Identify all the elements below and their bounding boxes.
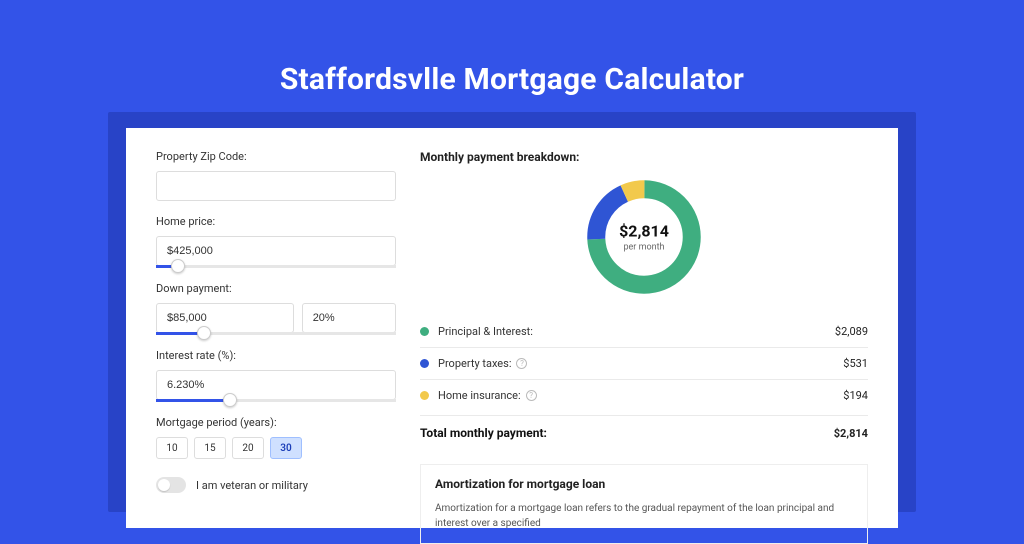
breakdown-label-insurance: Home insurance: ?	[438, 389, 843, 402]
home-price-label: Home price:	[156, 215, 396, 228]
down-payment-field: Down payment:	[156, 282, 396, 335]
down-payment-slider-thumb[interactable]	[197, 326, 211, 340]
breakdown-row-taxes: Property taxes: ? $531	[420, 348, 868, 379]
down-payment-input[interactable]	[156, 303, 294, 333]
interest-slider-fill	[156, 399, 230, 402]
donut-sublabel: per month	[619, 243, 669, 253]
breakdown-label-insurance-text: Home insurance:	[438, 389, 521, 402]
breakdown-total-row: Total monthly payment: $2,814	[420, 415, 868, 450]
interest-slider-thumb[interactable]	[223, 393, 237, 407]
home-price-slider-thumb[interactable]	[171, 259, 185, 273]
donut-amount: $2,814	[619, 222, 669, 241]
breakdown-value-insurance: $194	[843, 389, 868, 402]
home-price-input[interactable]	[156, 236, 396, 266]
breakdown-title: Monthly payment breakdown:	[420, 150, 868, 164]
down-payment-slider[interactable]	[156, 332, 396, 335]
dot-insurance	[420, 391, 429, 400]
period-option-15[interactable]: 15	[194, 437, 226, 459]
page: Staffordsvlle Mortgage Calculator Proper…	[0, 0, 1024, 512]
breakdown-value-principal: $2,089	[835, 325, 868, 338]
amortization-title: Amortization for mortgage loan	[435, 477, 853, 491]
breakdown-row-principal: Principal & Interest: $2,089	[420, 316, 868, 347]
breakdown-label-principal: Principal & Interest:	[438, 325, 835, 338]
zip-input[interactable]	[156, 171, 396, 201]
veteran-toggle[interactable]	[156, 477, 186, 493]
period-option-20[interactable]: 20	[232, 437, 264, 459]
breakdown-label-taxes: Property taxes: ?	[438, 357, 843, 370]
amortization-text: Amortization for a mortgage loan refers …	[435, 501, 853, 531]
donut-center: $2,814 per month	[619, 222, 669, 253]
interest-label: Interest rate (%):	[156, 349, 396, 362]
period-field: Mortgage period (years): 10 15 20 30	[156, 416, 396, 459]
down-payment-pct-input[interactable]	[302, 303, 396, 333]
breakdown-total-label: Total monthly payment:	[420, 426, 834, 440]
breakdown-value-taxes: $531	[843, 357, 868, 370]
interest-slider[interactable]	[156, 399, 396, 402]
breakdown-label-taxes-text: Property taxes:	[438, 357, 511, 370]
down-payment-label: Down payment:	[156, 282, 396, 295]
period-options: 10 15 20 30	[156, 437, 396, 459]
home-price-field: Home price:	[156, 215, 396, 268]
breakdown-total-value: $2,814	[834, 427, 868, 440]
donut-chart: $2,814 per month	[581, 174, 707, 300]
home-price-slider[interactable]	[156, 265, 396, 268]
zip-label: Property Zip Code:	[156, 150, 396, 163]
form-column: Property Zip Code: Home price: Down paym…	[156, 150, 396, 528]
breakdown-column: Monthly payment breakdown: $2,814 per mo…	[420, 150, 868, 528]
veteran-row: I am veteran or military	[156, 477, 396, 493]
interest-input[interactable]	[156, 370, 396, 400]
breakdown-row-insurance: Home insurance: ? $194	[420, 380, 868, 411]
amortization-box: Amortization for mortgage loan Amortizat…	[420, 464, 868, 544]
period-label: Mortgage period (years):	[156, 416, 396, 429]
page-title: Staffordsvlle Mortgage Calculator	[0, 0, 1024, 97]
info-icon[interactable]: ?	[516, 358, 527, 369]
period-option-10[interactable]: 10	[156, 437, 188, 459]
calculator-card: Property Zip Code: Home price: Down paym…	[126, 128, 898, 528]
period-option-30[interactable]: 30	[270, 437, 302, 459]
info-icon[interactable]: ?	[526, 390, 537, 401]
interest-field: Interest rate (%):	[156, 349, 396, 402]
donut-chart-wrap: $2,814 per month	[420, 174, 868, 300]
dot-principal	[420, 327, 429, 336]
veteran-label: I am veteran or military	[196, 479, 308, 492]
dot-taxes	[420, 359, 429, 368]
zip-field: Property Zip Code:	[156, 150, 396, 201]
